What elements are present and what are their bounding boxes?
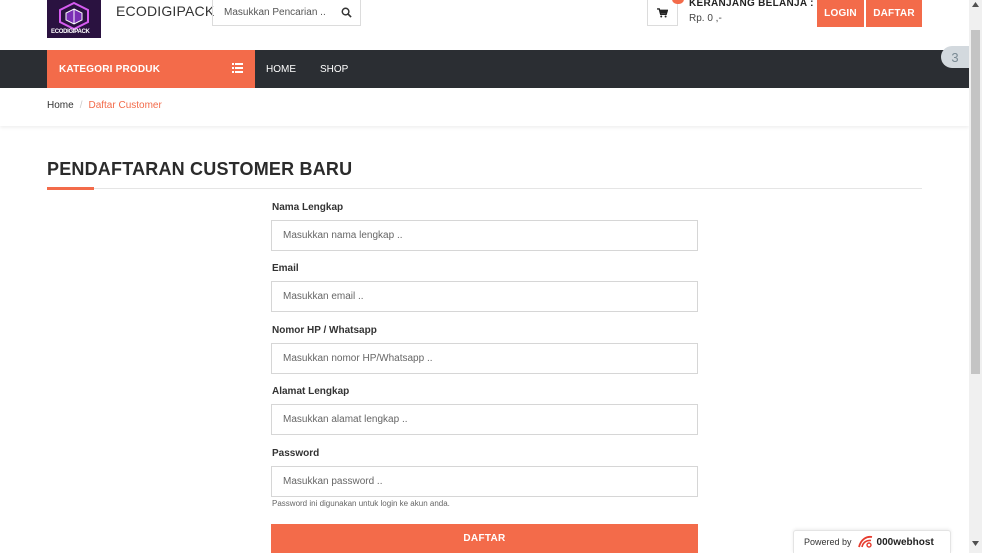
cart-count-badge bbox=[672, 0, 684, 4]
webhost-logo-icon bbox=[857, 535, 872, 548]
powered-by-text: Powered by bbox=[804, 537, 852, 547]
cart-button[interactable] bbox=[647, 0, 678, 26]
password-help-text: Password ini digunakan untuk login ke ak… bbox=[272, 499, 450, 508]
phone-label: Nomor HP / Whatsapp bbox=[272, 325, 377, 336]
breadcrumb: Home / Daftar Customer bbox=[47, 100, 162, 111]
brand-name[interactable]: ECODIGIPACK bbox=[116, 3, 214, 19]
email-label: Email bbox=[272, 263, 299, 274]
page-title: PENDAFTARAN CUSTOMER BARU bbox=[47, 159, 353, 179]
category-menu-button[interactable]: KATEGORI PRODUK bbox=[47, 50, 255, 88]
category-menu-label: KATEGORI PRODUK bbox=[59, 63, 161, 75]
main-navbar: KATEGORI PRODUK HOME SHOP bbox=[0, 50, 969, 88]
nav-home[interactable]: HOME bbox=[266, 50, 296, 88]
title-divider bbox=[47, 188, 922, 189]
fullname-label: Nama Lengkap bbox=[272, 202, 344, 213]
scrollbar-thumb[interactable] bbox=[971, 30, 980, 374]
scroll-up-arrow-icon[interactable] bbox=[972, 2, 979, 7]
search-input[interactable] bbox=[213, 0, 333, 25]
breadcrumb-current: Daftar Customer bbox=[88, 100, 162, 111]
site-header: ECODIGIPACK ECODIGIPACK KERANJANG BELANJ… bbox=[0, 0, 969, 50]
email-field[interactable] bbox=[271, 281, 698, 312]
powered-by-badge[interactable]: Powered by 000webhost bbox=[793, 530, 951, 553]
search-button[interactable] bbox=[332, 0, 360, 25]
search-icon bbox=[341, 7, 352, 18]
menu-icon bbox=[232, 63, 243, 73]
logo-wordmark: ECODIGIPACK bbox=[51, 29, 90, 35]
address-label: Alamat Lengkap bbox=[272, 386, 350, 397]
fullname-field[interactable] bbox=[271, 220, 698, 251]
register-submit-button[interactable]: DAFTAR bbox=[271, 524, 698, 553]
cart-icon bbox=[657, 7, 668, 17]
breadcrumb-home[interactable]: Home bbox=[47, 100, 74, 111]
title-accent-bar bbox=[47, 187, 94, 190]
scroll-down-arrow-icon[interactable] bbox=[972, 541, 979, 546]
floating-side-tab[interactable]: 3 bbox=[941, 46, 969, 68]
breadcrumb-separator: / bbox=[79, 100, 83, 111]
search-box bbox=[212, 0, 361, 26]
password-label: Password bbox=[272, 448, 320, 459]
login-button[interactable]: LOGIN bbox=[817, 0, 864, 27]
cart-total: Rp. 0 ,- bbox=[689, 13, 722, 24]
nav-shop[interactable]: SHOP bbox=[320, 50, 348, 88]
cart-title: KERANJANG BELANJA : bbox=[689, 0, 814, 9]
powered-by-brand: 000webhost bbox=[876, 536, 934, 548]
site-logo[interactable]: ECODIGIPACK bbox=[47, 0, 101, 38]
password-field[interactable] bbox=[271, 466, 698, 497]
address-field[interactable] bbox=[271, 404, 698, 435]
phone-field[interactable] bbox=[271, 343, 698, 374]
register-button[interactable]: DAFTAR bbox=[866, 0, 922, 27]
